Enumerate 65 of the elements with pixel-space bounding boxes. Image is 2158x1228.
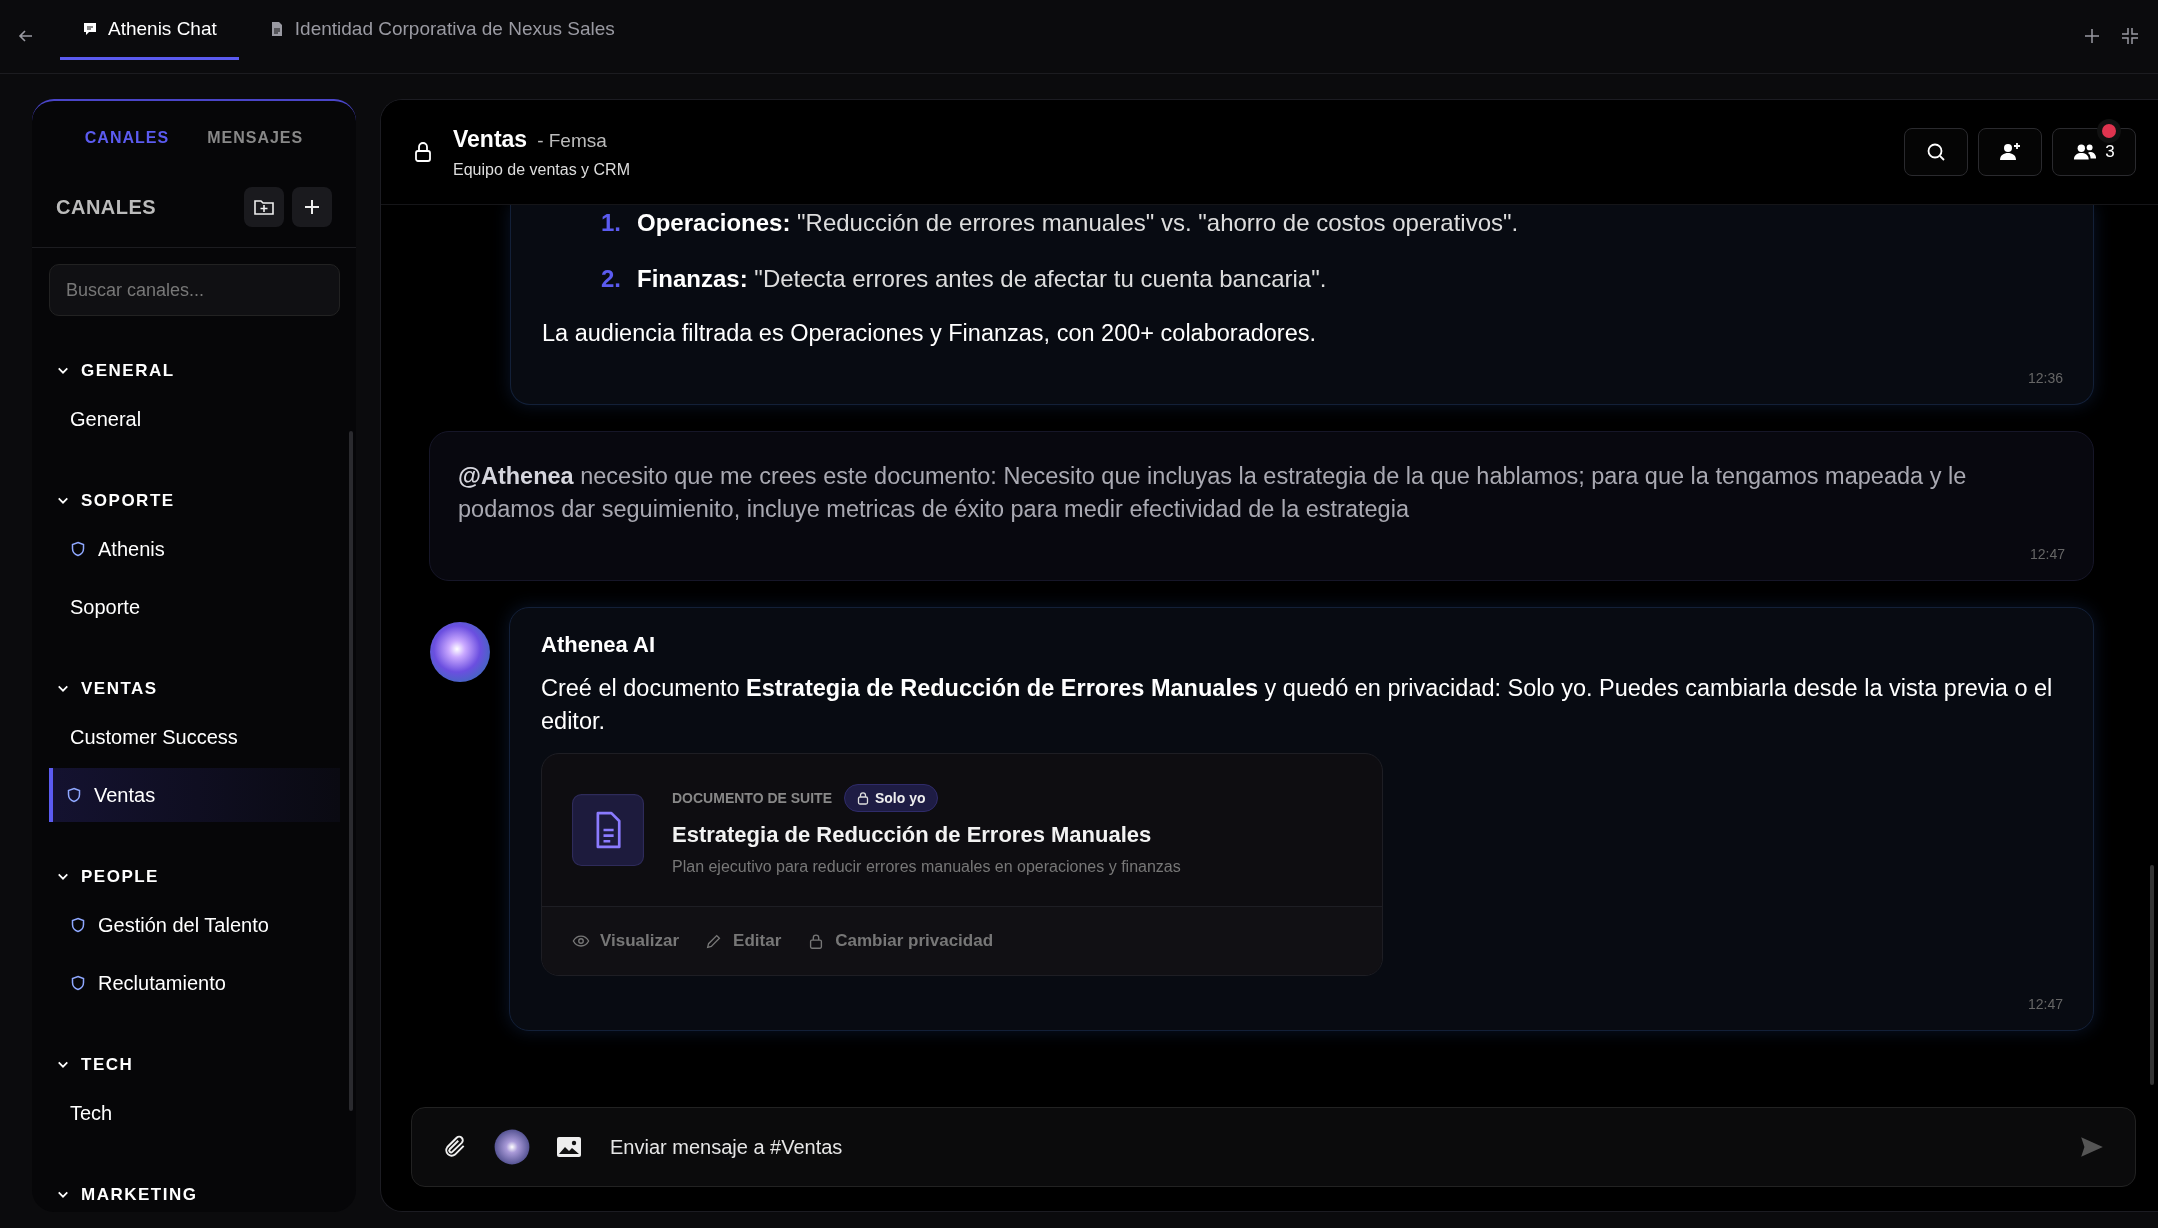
list-number: 2. — [601, 265, 621, 293]
message-text: Creé el documento Estrategia de Reducción de Errores Manuales y quedó en privacidad: Solo yo. Puedes cambiarla desde la vista previa o el editor. — [541, 673, 2054, 736]
document-card[interactable]: DOCUMENTO DE SUITE Solo yo Estrategia de Reducción de Errores Manuales Plan ejecutivo para reducir errores manuales en operaciones y finanzas Visualizar Editar Cambiar privacidad — [541, 753, 1383, 977]
message-field[interactable]: Enviar mensaje a #Ventas — [411, 1107, 2136, 1187]
add-member-button[interactable] — [1978, 128, 2042, 176]
orb-icon[interactable] — [494, 1129, 530, 1165]
privacy-badge: Solo yo — [844, 784, 938, 813]
channel-item[interactable]: Reclutamiento — [49, 956, 340, 1010]
tab[interactable]: Athenis Chat — [60, 0, 239, 60]
timestamp: 12:36 — [2027, 369, 2063, 386]
channel-item[interactable]: Ventas — [49, 768, 340, 822]
message-input[interactable]: Enviar mensaje a #Ventas — [608, 1134, 2053, 1160]
search-button[interactable] — [1904, 128, 1968, 176]
action-link[interactable]: Editar — [705, 931, 782, 952]
list-number: 1. — [601, 209, 621, 237]
document-icon — [572, 794, 644, 867]
list-item-text: Operaciones: "Reducción de errores manuales" vs. "ahorro de costos operativos". — [637, 209, 1519, 237]
search-field[interactable]: Buscar canales... — [49, 264, 340, 316]
add-channel-button[interactable] — [292, 187, 332, 227]
sidebar-tab[interactable]: MENSAJES — [207, 129, 304, 147]
add-icon[interactable] — [2082, 26, 2102, 46]
section-title: CANALES — [56, 195, 158, 219]
scrollbar[interactable] — [2150, 865, 2154, 1085]
action-link[interactable]: Visualizar — [572, 931, 680, 952]
channel-item[interactable]: Tech — [49, 1086, 340, 1140]
list-item-text: Finanzas: "Detecta errores antes de afectar tu cuenta bancaria". — [637, 265, 1327, 293]
search-icon — [1925, 141, 1947, 163]
scrollbar[interactable] — [349, 431, 353, 1111]
channel-item[interactable]: General — [49, 392, 340, 446]
shield-icon — [70, 975, 86, 991]
channel-name: Ventas — [453, 125, 528, 153]
shield-icon — [70, 541, 86, 557]
group-header[interactable]: TECH — [49, 1054, 340, 1076]
collapse-icon[interactable] — [2120, 26, 2140, 46]
new-folder-button[interactable] — [244, 187, 284, 227]
channel-item[interactable]: Gestión del Talento — [49, 898, 340, 952]
channel-description: Equipo de ventas y CRM — [453, 160, 630, 179]
author-name: Athenea AI — [541, 630, 657, 658]
channel-item[interactable]: Soporte — [49, 580, 340, 634]
image-icon[interactable] — [556, 1134, 582, 1160]
chat-bubble-icon — [82, 20, 98, 37]
members-button[interactable]: 3 — [2052, 128, 2136, 176]
tab[interactable]: Identidad Corporativa de Nexus Sales — [246, 0, 637, 60]
message-text: @Athenea necesito que me crees este documento: Necesito que incluyas la estrategia de la que hablamos; para que la tengamos mapeada y le podamos dar seguimienito, incluye metricas de éxito para medir efectividad de la estrategia — [458, 461, 1968, 524]
group-header[interactable]: PEOPLE — [49, 866, 340, 888]
shield-icon — [66, 787, 82, 803]
orb-avatar-icon — [429, 620, 491, 683]
message-text: La audiencia filtrada es Operaciones y Finanzas, con 200+ colaboradores. — [542, 319, 1318, 348]
lock-icon — [856, 791, 870, 806]
sidebar-tab[interactable]: CANALES — [84, 129, 170, 147]
group-header[interactable]: GENERAL — [49, 360, 340, 382]
organization-name: - Femsa — [537, 129, 607, 152]
timestamp: 12:47 — [2029, 545, 2065, 562]
group-header[interactable]: VENTAS — [49, 678, 340, 700]
group-header[interactable]: MARKETING — [49, 1184, 340, 1206]
shield-icon — [70, 917, 86, 933]
document-title: Estrategia de Reducción de Errores Manuales — [672, 822, 1153, 849]
channel-item[interactable]: Customer Success — [49, 710, 340, 764]
channel-item[interactable]: Athenis — [49, 522, 340, 576]
document-type: DOCUMENTO DE SUITE — [672, 790, 832, 807]
action-link[interactable]: Cambiar privacidad — [807, 931, 994, 952]
document-description: Plan ejecutivo para reducir errores manuales en operaciones y finanzas — [672, 858, 1181, 877]
group-header[interactable]: SOPORTE — [49, 490, 340, 512]
timestamp: 12:47 — [2027, 996, 2063, 1013]
send-icon[interactable] — [2079, 1134, 2105, 1160]
